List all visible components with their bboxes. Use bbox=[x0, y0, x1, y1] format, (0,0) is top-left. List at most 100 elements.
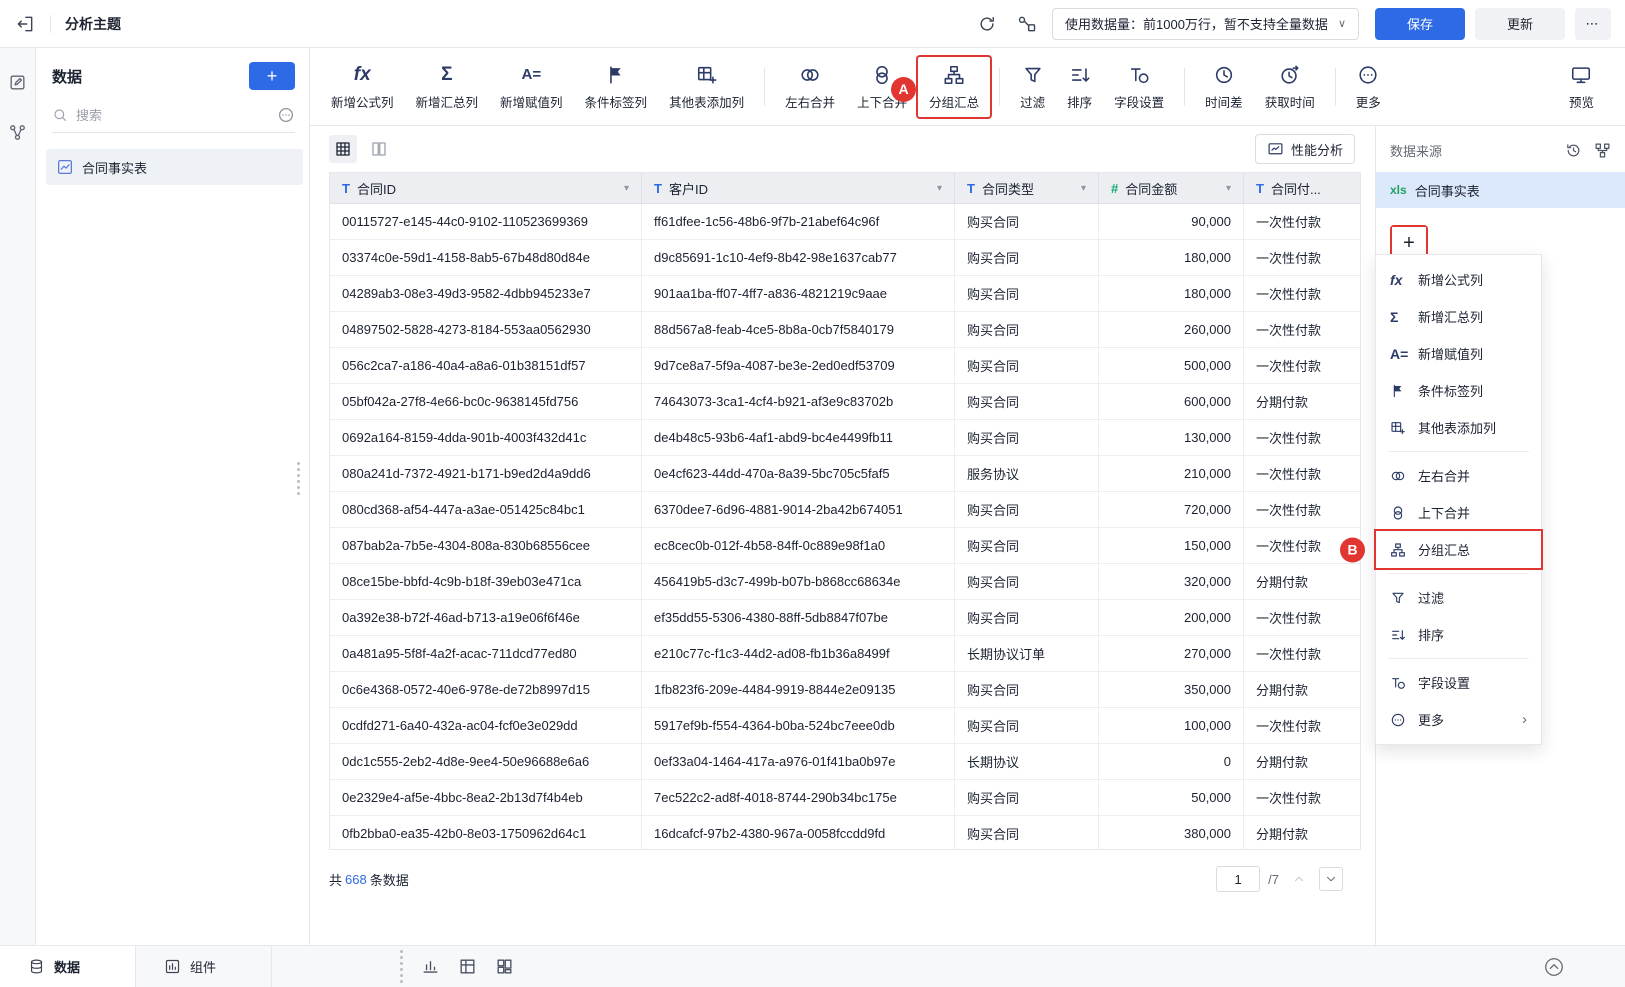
menu-item-merge-lr[interactable]: 左右合并 bbox=[1376, 457, 1541, 494]
number-field-icon: # bbox=[1111, 181, 1118, 196]
table-row[interactable]: 0c6e4368-0572-40e6-978e-de72b8997d151fb8… bbox=[330, 672, 1360, 708]
search-icon bbox=[52, 107, 68, 123]
menu-item-formula[interactable]: fx新增公式列 bbox=[1376, 261, 1541, 298]
column-header-contract-type[interactable]: T合同类型▾ bbox=[955, 173, 1099, 203]
topology-icon[interactable] bbox=[1594, 142, 1611, 159]
table-row[interactable]: 0a392e38-b72f-46ad-b713-a19e06f6f46eef35… bbox=[330, 600, 1360, 636]
xls-file-icon: xls bbox=[1390, 183, 1407, 197]
toolbar-item-get-time[interactable]: 获取时间 bbox=[1254, 57, 1326, 117]
dataset-item[interactable]: 合同事实表 bbox=[46, 149, 303, 185]
menu-item-more[interactable]: 更多› bbox=[1376, 701, 1541, 738]
toolbar-item-preview[interactable]: 预览 bbox=[1558, 57, 1605, 117]
toolbar-item-filter[interactable]: 过滤 bbox=[1009, 57, 1056, 117]
annotation-badge-b: B bbox=[1340, 537, 1365, 562]
toolbar-item-time-diff[interactable]: 时间差 bbox=[1194, 57, 1254, 117]
table-row[interactable]: 08ce15be-bbfd-4c9b-b18f-39eb03e471ca4564… bbox=[330, 564, 1360, 600]
grid-view-toggle[interactable] bbox=[329, 135, 357, 163]
bottom-tab-data[interactable]: 数据 bbox=[0, 946, 136, 987]
table-row[interactable]: 00115727-e145-44c0-9102-110523699369ff61… bbox=[330, 204, 1360, 240]
toolbar-item-more[interactable]: 更多 bbox=[1345, 57, 1392, 117]
column-menu-caret[interactable]: ▾ bbox=[937, 183, 942, 194]
data-table: T合同ID▾T客户ID▾T合同类型▾#合同金额▾T合同付... 00115727… bbox=[329, 172, 1361, 850]
table-row[interactable]: 080a241d-7372-4921-b171-b9ed2d4a9dd60e4c… bbox=[330, 456, 1360, 492]
table-row[interactable]: 0dc1c555-2eb2-4d8e-9ee4-50e96688e6a60ef3… bbox=[330, 744, 1360, 780]
table-row[interactable]: 0fb2bba0-ea35-42b0-8e03-1750962d64c116dc… bbox=[330, 816, 1360, 850]
column-menu-caret[interactable]: ▾ bbox=[1226, 183, 1231, 194]
toolbar-item-sort[interactable]: 排序 bbox=[1056, 57, 1103, 117]
menu-item-assign[interactable]: A=新增赋值列 bbox=[1376, 335, 1541, 372]
toolbar-item-group-summary[interactable]: 分组汇总A bbox=[918, 57, 990, 117]
search-more-icon[interactable] bbox=[277, 106, 295, 124]
table-row[interactable]: 087bab2a-7b5e-4304-808a-830b68556ceeec8c… bbox=[330, 528, 1360, 564]
table-row[interactable]: 0a481a95-5f8f-4a2f-acac-711dcd77ed80e210… bbox=[330, 636, 1360, 672]
menu-item-sigma[interactable]: Σ新增汇总列 bbox=[1376, 298, 1541, 335]
insert-board-icon[interactable] bbox=[495, 957, 514, 976]
toolbar-item-field-setting[interactable]: 字段设置 bbox=[1103, 57, 1175, 117]
table-row[interactable]: 0e2329e4-af5e-4bbc-8ea2-2b13d7f4b4eb7ec5… bbox=[330, 780, 1360, 816]
card-view-toggle[interactable] bbox=[365, 135, 393, 163]
search-input[interactable] bbox=[76, 108, 269, 123]
page-down-button[interactable] bbox=[1319, 867, 1343, 891]
datasource-item[interactable]: xls 合同事实表 bbox=[1376, 172, 1625, 208]
menu-item-filter[interactable]: 过滤 bbox=[1376, 579, 1541, 616]
toolbar-item-flag[interactable]: 条件标签列 bbox=[574, 57, 659, 117]
exit-icon[interactable] bbox=[10, 9, 40, 39]
table-row[interactable]: 056c2ca7-a186-40a4-a8a6-01b38151df579d7c… bbox=[330, 348, 1360, 384]
column-menu-caret[interactable]: ▾ bbox=[1081, 183, 1086, 194]
more-icon bbox=[1390, 712, 1408, 728]
menu-item-group-summary[interactable]: 分组汇总B bbox=[1376, 531, 1541, 568]
table-row[interactable]: 05bf042a-27f8-4e66-bc0c-9638145fd7567464… bbox=[330, 384, 1360, 420]
sort-icon bbox=[1390, 627, 1408, 643]
toolbar-item-merge-lr[interactable]: 左右合并 bbox=[774, 57, 846, 117]
panel-resize-handle[interactable] bbox=[297, 462, 300, 495]
save-button[interactable]: 保存 bbox=[1375, 8, 1465, 40]
merge-tb-icon bbox=[1390, 505, 1408, 521]
menu-item-field-setting[interactable]: 字段设置 bbox=[1376, 664, 1541, 701]
column-header-contract-payment[interactable]: T合同付... bbox=[1244, 173, 1360, 203]
column-header-contract-amount[interactable]: #合同金额▾ bbox=[1099, 173, 1244, 203]
menu-item-merge-tb[interactable]: 上下合并 bbox=[1376, 494, 1541, 531]
performance-analysis-button[interactable]: 性能分析 bbox=[1255, 134, 1355, 164]
dataset-edit-icon[interactable] bbox=[6, 70, 30, 94]
toolbar-item-table-add[interactable]: 其他表添加列 bbox=[658, 57, 755, 117]
table-row[interactable]: 03374c0e-59d1-4158-8ab5-67b48d80d84ed9c8… bbox=[330, 240, 1360, 276]
table-row[interactable]: 080cd368-af54-447a-a3ae-051425c84bc16370… bbox=[330, 492, 1360, 528]
toolbar-item-formula[interactable]: fx新增公式列 bbox=[320, 57, 405, 117]
menu-item-table-add[interactable]: 其他表添加列 bbox=[1376, 409, 1541, 446]
update-history-icon[interactable] bbox=[1565, 142, 1582, 159]
table-body: 00115727-e145-44c0-9102-110523699369ff61… bbox=[330, 204, 1360, 850]
column-header-customer-id[interactable]: T客户ID▾ bbox=[642, 173, 955, 203]
table-add-icon bbox=[1390, 420, 1408, 436]
drag-handle[interactable] bbox=[400, 950, 403, 983]
collapse-up-button[interactable] bbox=[1541, 954, 1567, 980]
lineage-icon[interactable] bbox=[1012, 9, 1042, 39]
update-button[interactable]: 更新 bbox=[1475, 8, 1565, 40]
menu-separator bbox=[1388, 573, 1529, 574]
chevron-right-icon: › bbox=[1522, 711, 1527, 728]
blood-relation-icon[interactable] bbox=[6, 120, 30, 144]
time-diff-icon bbox=[1213, 63, 1235, 87]
page-up-button[interactable] bbox=[1287, 867, 1311, 891]
table-row[interactable]: 04289ab3-08e3-49d3-9582-4dbb945233e7901a… bbox=[330, 276, 1360, 312]
menu-item-flag[interactable]: 条件标签列 bbox=[1376, 372, 1541, 409]
table-row[interactable]: 04897502-5828-4273-8184-553aa056293088d5… bbox=[330, 312, 1360, 348]
topbar-more-button[interactable]: ⋯ bbox=[1575, 8, 1611, 40]
table-content: 性能分析 T合同ID▾T客户ID▾T合同类型▾#合同金额▾T合同付... 001… bbox=[310, 126, 1375, 945]
add-dataset-button[interactable]: + bbox=[249, 62, 295, 90]
refresh-icon[interactable] bbox=[972, 9, 1002, 39]
toolbar-separator bbox=[764, 68, 765, 106]
column-menu-caret[interactable]: ▾ bbox=[624, 183, 629, 194]
column-header-contract-id[interactable]: T合同ID▾ bbox=[330, 173, 642, 203]
table-row[interactable]: 0cdfd271-6a40-432a-ac04-fcf0e3e029dd5917… bbox=[330, 708, 1360, 744]
toolbar-item-assign[interactable]: A=新增赋值列 bbox=[489, 57, 574, 117]
bottom-tab-component[interactable]: 组件 bbox=[136, 946, 272, 987]
page-input[interactable] bbox=[1216, 866, 1260, 892]
insert-table-icon[interactable] bbox=[458, 957, 477, 976]
group-summary-icon bbox=[1390, 542, 1408, 558]
text-field-icon: T bbox=[1256, 181, 1264, 196]
toolbar-item-sigma[interactable]: Σ新增汇总列 bbox=[405, 57, 490, 117]
table-row[interactable]: 0692a164-8159-4dda-901b-4003f432d41cde4b… bbox=[330, 420, 1360, 456]
menu-item-sort[interactable]: 排序 bbox=[1376, 616, 1541, 653]
data-limit-dropdown[interactable]: 使用数据量：前1000万行，暂不支持全量数据 ∨ bbox=[1052, 8, 1359, 40]
insert-chart-icon[interactable] bbox=[421, 957, 440, 976]
